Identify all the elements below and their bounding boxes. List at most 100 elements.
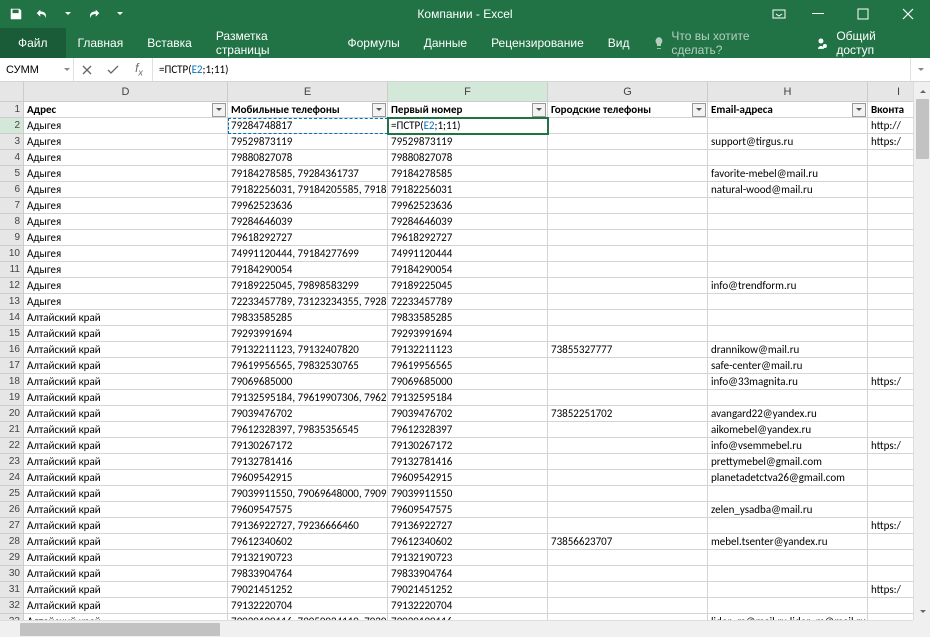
- cell[interactable]: info@trendform.ru: [708, 278, 868, 294]
- cell[interactable]: 79184278585: [388, 166, 548, 182]
- cell[interactable]: Алтайский край: [24, 486, 228, 502]
- vertical-scrollbar[interactable]: [913, 82, 930, 620]
- chevron-down-icon[interactable]: [63, 66, 71, 74]
- tab-data[interactable]: Данные: [412, 28, 479, 58]
- row-header[interactable]: 29: [0, 550, 24, 566]
- row-header[interactable]: 26: [0, 502, 24, 518]
- cell[interactable]: Первый номер: [388, 102, 548, 118]
- tab-insert[interactable]: Вставка: [135, 28, 204, 58]
- cell[interactable]: 79069685000: [388, 374, 548, 390]
- cell[interactable]: [548, 166, 708, 182]
- cell[interactable]: 72233457789: [388, 294, 548, 310]
- cell[interactable]: 73852251702: [548, 406, 708, 422]
- enter-formula-button[interactable]: [100, 64, 126, 76]
- cell[interactable]: 79833904764: [228, 566, 388, 582]
- cell[interactable]: [548, 550, 708, 566]
- cell[interactable]: prettymebel@gmail.com: [708, 454, 868, 470]
- cell[interactable]: [708, 518, 868, 534]
- cell[interactable]: [548, 310, 708, 326]
- row-header[interactable]: 18: [0, 374, 24, 390]
- cell[interactable]: 79132190723: [388, 550, 548, 566]
- filter-dropdown[interactable]: [852, 103, 866, 117]
- cell[interactable]: Алтайский край: [24, 326, 228, 342]
- row-header[interactable]: 2: [0, 118, 24, 134]
- tell-me-search[interactable]: Что вы хотите сделать?: [653, 28, 802, 58]
- cell[interactable]: 79609542915: [388, 470, 548, 486]
- cancel-formula-button[interactable]: [74, 64, 100, 76]
- cell[interactable]: 79132211123: [388, 342, 548, 358]
- cell[interactable]: 79284748817: [228, 118, 388, 134]
- cell[interactable]: 79619956565, 79832530765: [228, 358, 388, 374]
- cell[interactable]: 79184290054: [228, 262, 388, 278]
- cell[interactable]: 79182256031, 79184205585, 7918: [228, 182, 388, 198]
- cell[interactable]: [548, 582, 708, 598]
- expand-formula-bar[interactable]: [910, 58, 930, 81]
- cell[interactable]: Адыгея: [24, 294, 228, 310]
- cell[interactable]: 79132190723: [228, 550, 388, 566]
- cell[interactable]: 79612340602: [228, 534, 388, 550]
- row-header[interactable]: 32: [0, 598, 24, 614]
- cell[interactable]: =ПСТР(E2;1;11): [388, 118, 548, 134]
- row-header[interactable]: 16: [0, 342, 24, 358]
- filter-dropdown[interactable]: [372, 103, 386, 117]
- cell[interactable]: [548, 422, 708, 438]
- cell[interactable]: [548, 118, 708, 134]
- tab-file[interactable]: Файл: [0, 28, 66, 58]
- cell[interactable]: 79609542915: [228, 470, 388, 486]
- cell[interactable]: Алтайский край: [24, 406, 228, 422]
- cell[interactable]: drannikow@mail.ru: [708, 342, 868, 358]
- cell[interactable]: info@vsemmebel.ru: [708, 438, 868, 454]
- cell[interactable]: 79962523636: [388, 198, 548, 214]
- cell[interactable]: [548, 214, 708, 230]
- cell[interactable]: Алтайский край: [24, 374, 228, 390]
- cell[interactable]: 79284646039: [388, 214, 548, 230]
- cell[interactable]: [708, 326, 868, 342]
- share-button[interactable]: Общий доступ: [802, 28, 930, 58]
- row-header[interactable]: 11: [0, 262, 24, 278]
- cell[interactable]: 79132220704: [228, 598, 388, 614]
- cell[interactable]: 79833585285: [388, 310, 548, 326]
- cell[interactable]: [548, 230, 708, 246]
- horizontal-scrollbar[interactable]: [0, 620, 913, 637]
- cell[interactable]: 79284646039: [228, 214, 388, 230]
- cell[interactable]: Адыгея: [24, 214, 228, 230]
- cell[interactable]: [548, 262, 708, 278]
- undo-button[interactable]: [30, 2, 54, 26]
- cell[interactable]: [548, 598, 708, 614]
- cell[interactable]: Городские телефоны: [548, 102, 708, 118]
- row-header[interactable]: 24: [0, 470, 24, 486]
- cell[interactable]: [548, 150, 708, 166]
- row-header[interactable]: 9: [0, 230, 24, 246]
- cell[interactable]: Мобильные телефоны: [228, 102, 388, 118]
- row-header[interactable]: 28: [0, 534, 24, 550]
- cell[interactable]: 79833585285: [228, 310, 388, 326]
- cell[interactable]: 74991120444, 79184277699: [228, 246, 388, 262]
- save-button[interactable]: [4, 2, 28, 26]
- cell[interactable]: [548, 374, 708, 390]
- row-header[interactable]: 27: [0, 518, 24, 534]
- cell[interactable]: Адыгея: [24, 182, 228, 198]
- cell[interactable]: 79039911550, 79069648000, 7909: [228, 486, 388, 502]
- cell[interactable]: 79039911550: [388, 486, 548, 502]
- name-box[interactable]: СУММ: [0, 58, 74, 81]
- cell[interactable]: 79880827078: [388, 150, 548, 166]
- cell[interactable]: natural-wood@mail.ru: [708, 182, 868, 198]
- cell[interactable]: Адыгея: [24, 134, 228, 150]
- cell[interactable]: 79962523636: [228, 198, 388, 214]
- cell[interactable]: 79618292727: [388, 230, 548, 246]
- cell[interactable]: [548, 390, 708, 406]
- cell[interactable]: [708, 310, 868, 326]
- cell[interactable]: 79293991694: [388, 326, 548, 342]
- cell[interactable]: mebel.tsenter@yandex.ru: [708, 534, 868, 550]
- cell[interactable]: Алтайский край: [24, 470, 228, 486]
- cell[interactable]: [708, 566, 868, 582]
- select-all-corner[interactable]: [0, 82, 24, 102]
- row-header[interactable]: 22: [0, 438, 24, 454]
- cell[interactable]: Алтайский край: [24, 502, 228, 518]
- cell[interactable]: [708, 390, 868, 406]
- cell[interactable]: 79612328397: [388, 422, 548, 438]
- row-header[interactable]: 13: [0, 294, 24, 310]
- cell[interactable]: safe-center@mail.ru: [708, 358, 868, 374]
- cell[interactable]: [708, 550, 868, 566]
- cell[interactable]: [548, 566, 708, 582]
